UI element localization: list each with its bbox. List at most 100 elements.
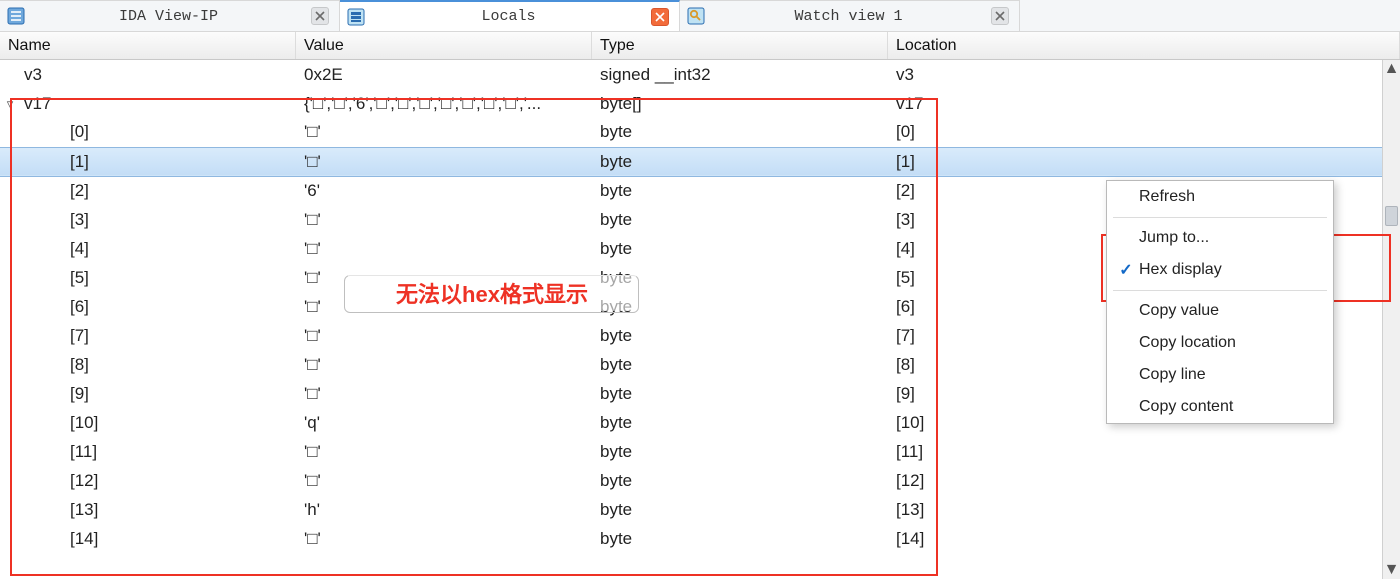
watch-icon (686, 6, 706, 26)
scroll-track[interactable] (1383, 78, 1400, 561)
row-value: '□' (296, 321, 592, 350)
table-row[interactable]: [13]'h'byte[13] (0, 495, 1382, 524)
list-icon (6, 6, 26, 26)
row-value: 'q' (296, 408, 592, 437)
context-menu-item[interactable]: Copy location (1107, 327, 1333, 359)
row-name: [3] (20, 210, 89, 230)
column-headers: Name Value Type Location (0, 32, 1400, 60)
row-name: [12] (20, 471, 98, 491)
expand-toggle-icon[interactable]: ▿ (0, 96, 20, 112)
row-type: byte (592, 263, 888, 292)
context-menu-label: Jump to... (1139, 229, 1321, 247)
row-value: '□' (296, 350, 592, 379)
close-icon[interactable] (311, 7, 329, 25)
row-value: 0x2E (296, 60, 592, 89)
row-location: v3 (888, 60, 1382, 89)
table-row[interactable]: [1]'□'byte[1] (0, 147, 1382, 176)
row-name: v17 (20, 94, 51, 114)
context-menu-item[interactable]: Copy value (1107, 295, 1333, 327)
row-type: byte (592, 350, 888, 379)
row-name: [2] (20, 181, 89, 201)
row-type: byte (592, 379, 888, 408)
row-name: [11] (20, 442, 97, 462)
row-name: [8] (20, 355, 89, 375)
table-row[interactable]: [0]'□'byte[0] (0, 118, 1382, 147)
row-name: [10] (20, 413, 98, 433)
row-name: [14] (20, 529, 98, 549)
row-location: [13] (888, 495, 1382, 524)
context-menu-label: Copy line (1139, 366, 1321, 384)
scroll-thumb[interactable] (1385, 206, 1398, 226)
table-row[interactable]: ▿v17{'□','□','6','□','□','□','□','□','□'… (0, 89, 1382, 118)
table-row[interactable]: [11]'□'byte[11] (0, 437, 1382, 466)
row-type: byte (592, 118, 888, 147)
tab-watch-view[interactable]: Watch view 1 (680, 0, 1020, 31)
tab-label: Watch view 1 (716, 8, 981, 25)
row-name: [1] (20, 152, 89, 172)
row-type: signed __int32 (592, 60, 888, 89)
stack-icon (346, 7, 366, 27)
row-location: [11] (888, 437, 1382, 466)
row-type: byte[] (592, 89, 888, 118)
row-value: '□' (296, 147, 592, 176)
context-menu-separator (1113, 217, 1327, 218)
row-type: byte (592, 205, 888, 234)
table-row[interactable]: [12]'□'byte[12] (0, 466, 1382, 495)
context-menu-item[interactable]: Jump to... (1107, 222, 1333, 254)
table-row[interactable]: [14]'□'byte[14] (0, 524, 1382, 553)
row-value: '□' (296, 437, 592, 466)
row-type: byte (592, 292, 888, 321)
row-type: byte (592, 321, 888, 350)
tab-label: Locals (376, 8, 641, 25)
row-type: byte (592, 437, 888, 466)
header-location[interactable]: Location (888, 32, 1400, 59)
tab-label: IDA View-IP (36, 8, 301, 25)
close-icon[interactable] (991, 7, 1009, 25)
row-location: [14] (888, 524, 1382, 553)
row-name: [4] (20, 239, 89, 259)
check-icon: ✓ (1113, 260, 1139, 280)
context-menu-item[interactable]: Refresh (1107, 181, 1333, 213)
context-menu-item[interactable]: Copy content (1107, 391, 1333, 423)
row-value: '□' (296, 234, 592, 263)
row-type: byte (592, 147, 888, 176)
row-value: {'□','□','6','□','□','□','□','□','□','□'… (296, 89, 592, 118)
tab-locals[interactable]: Locals (340, 0, 680, 31)
row-value: '□' (296, 263, 592, 292)
row-type: byte (592, 524, 888, 553)
row-value: '□' (296, 379, 592, 408)
row-value: 'h' (296, 495, 592, 524)
row-location: [1] (888, 147, 1382, 176)
row-value: '6' (296, 176, 592, 205)
row-name: [13] (20, 500, 98, 520)
table-row[interactable]: v30x2Esigned __int32v3 (0, 60, 1382, 89)
row-value: '□' (296, 524, 592, 553)
row-name: [9] (20, 384, 89, 404)
context-menu-separator (1113, 290, 1327, 291)
header-value[interactable]: Value (296, 32, 592, 59)
row-location: v17 (888, 89, 1382, 118)
header-name[interactable]: Name (0, 32, 296, 59)
row-name: [6] (20, 297, 89, 317)
context-menu-item[interactable]: Copy line (1107, 359, 1333, 391)
row-name: v3 (20, 65, 42, 85)
context-menu-item[interactable]: ✓Hex display (1107, 254, 1333, 286)
row-location: [0] (888, 118, 1382, 147)
vertical-scrollbar[interactable]: ▲ ▼ (1382, 60, 1400, 579)
row-type: byte (592, 408, 888, 437)
row-name: [5] (20, 268, 89, 288)
context-menu: RefreshJump to...✓Hex displayCopy valueC… (1106, 180, 1334, 424)
row-type: byte (592, 234, 888, 263)
scroll-up-icon[interactable]: ▲ (1383, 60, 1400, 78)
context-menu-label: Hex display (1139, 261, 1321, 279)
context-menu-label: Refresh (1139, 188, 1321, 206)
header-type[interactable]: Type (592, 32, 888, 59)
tab-ida-view[interactable]: IDA View-IP (0, 0, 340, 31)
scroll-down-icon[interactable]: ▼ (1383, 561, 1400, 579)
row-name: [7] (20, 326, 89, 346)
close-icon[interactable] (651, 8, 669, 26)
tab-bar: IDA View-IP Locals Watch view 1 (0, 0, 1400, 32)
context-menu-label: Copy location (1139, 334, 1321, 352)
row-value: '□' (296, 292, 592, 321)
row-value: '□' (296, 466, 592, 495)
